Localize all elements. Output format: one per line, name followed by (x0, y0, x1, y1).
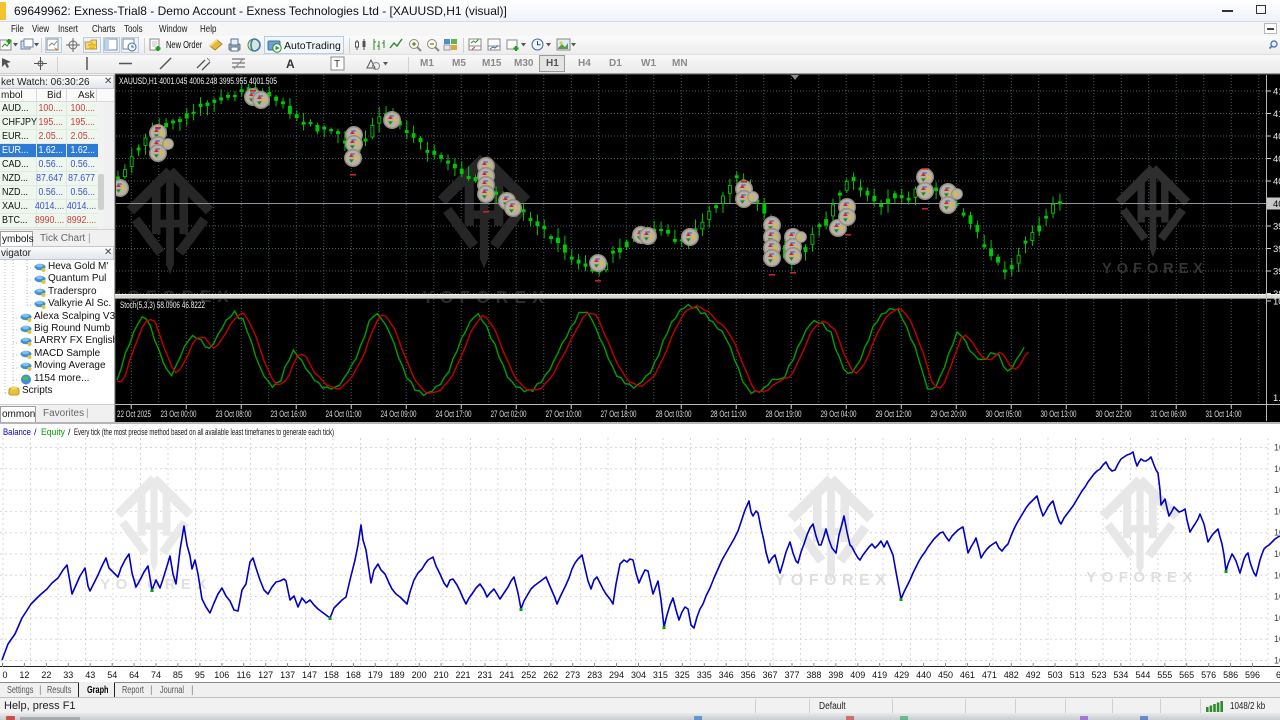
svg-text:106: 106 (214, 670, 229, 680)
svg-text:10: 10 (1274, 656, 1280, 666)
svg-text:33: 33 (63, 670, 73, 680)
svg-text:586: 586 (1223, 670, 1238, 680)
svg-text:137: 137 (280, 670, 295, 680)
svg-text:10: 10 (1274, 549, 1280, 559)
svg-text:482: 482 (1004, 670, 1019, 680)
svg-text:127: 127 (258, 670, 273, 680)
svg-text:10: 10 (1274, 634, 1280, 644)
svg-text:YOFOREX: YOFOREX (775, 572, 892, 589)
svg-text:503: 503 (1048, 670, 1063, 680)
svg-text:95: 95 (195, 670, 205, 680)
svg-text:116: 116 (237, 670, 251, 680)
svg-text:304: 304 (631, 670, 646, 680)
svg-text:10: 10 (1274, 570, 1280, 580)
svg-text:10: 10 (1274, 506, 1280, 516)
svg-text:/: / (34, 427, 37, 437)
svg-text:189: 189 (390, 670, 405, 680)
svg-text:273: 273 (565, 670, 580, 680)
svg-text:555: 555 (1157, 670, 1172, 680)
svg-text:60: 60 (1276, 670, 1280, 680)
svg-text:12: 12 (19, 670, 29, 680)
svg-text:440: 440 (916, 670, 931, 680)
svg-text:231: 231 (477, 670, 492, 680)
svg-text:YOFOREX: YOFOREX (1086, 569, 1198, 586)
svg-text:262: 262 (543, 670, 558, 680)
svg-text:22: 22 (41, 670, 51, 680)
svg-text:492: 492 (1026, 670, 1041, 680)
svg-text:429: 429 (894, 670, 909, 680)
svg-text:544: 544 (1135, 670, 1150, 680)
svg-text:596: 596 (1245, 670, 1260, 680)
svg-text:Equity: Equity (41, 427, 65, 437)
svg-text:388: 388 (806, 670, 821, 680)
svg-text:576: 576 (1201, 670, 1216, 680)
svg-text:241: 241 (499, 670, 514, 680)
svg-text:147: 147 (302, 670, 317, 680)
svg-text:367: 367 (762, 670, 777, 680)
svg-text:85: 85 (173, 670, 183, 680)
svg-text:409: 409 (850, 670, 865, 680)
svg-text:64: 64 (129, 670, 139, 680)
svg-text:252: 252 (521, 670, 536, 680)
svg-text:513: 513 (1070, 670, 1085, 680)
svg-text:210: 210 (434, 670, 449, 680)
svg-text:10: 10 (1274, 464, 1280, 474)
svg-text:Every tick (the most precise m: Every tick (the most precise method base… (74, 427, 334, 437)
svg-text:294: 294 (609, 670, 624, 680)
svg-text:158: 158 (324, 670, 339, 680)
svg-text:283: 283 (587, 670, 602, 680)
svg-text:10: 10 (1274, 443, 1280, 453)
svg-text:377: 377 (784, 670, 799, 680)
svg-text:43: 43 (85, 670, 95, 680)
svg-text:10: 10 (1274, 592, 1280, 602)
svg-text:450: 450 (938, 670, 953, 680)
svg-text:74: 74 (151, 670, 161, 680)
svg-text:200: 200 (412, 670, 427, 680)
svg-text:YOFOREX: YOFOREX (100, 576, 212, 593)
svg-text:523: 523 (1091, 670, 1106, 680)
svg-text:325: 325 (675, 670, 690, 680)
svg-text:/: / (68, 427, 71, 437)
svg-text:356: 356 (741, 670, 756, 680)
svg-text:315: 315 (653, 670, 668, 680)
svg-text:461: 461 (960, 670, 975, 680)
svg-text:471: 471 (982, 670, 997, 680)
svg-text:168: 168 (346, 670, 361, 680)
svg-text:346: 346 (719, 670, 734, 680)
svg-text:10: 10 (1274, 528, 1280, 538)
svg-text:54: 54 (107, 670, 117, 680)
svg-text:534: 534 (1113, 670, 1128, 680)
svg-text:221: 221 (455, 670, 470, 680)
svg-text:Balance: Balance (3, 427, 31, 437)
svg-text:565: 565 (1179, 670, 1194, 680)
svg-text:10: 10 (1274, 613, 1280, 623)
svg-text:419: 419 (872, 670, 887, 680)
svg-text:179: 179 (368, 670, 383, 680)
svg-text:10: 10 (1274, 485, 1280, 495)
svg-text:398: 398 (828, 670, 843, 680)
svg-text:335: 335 (697, 670, 712, 680)
svg-text:0: 0 (3, 670, 8, 680)
